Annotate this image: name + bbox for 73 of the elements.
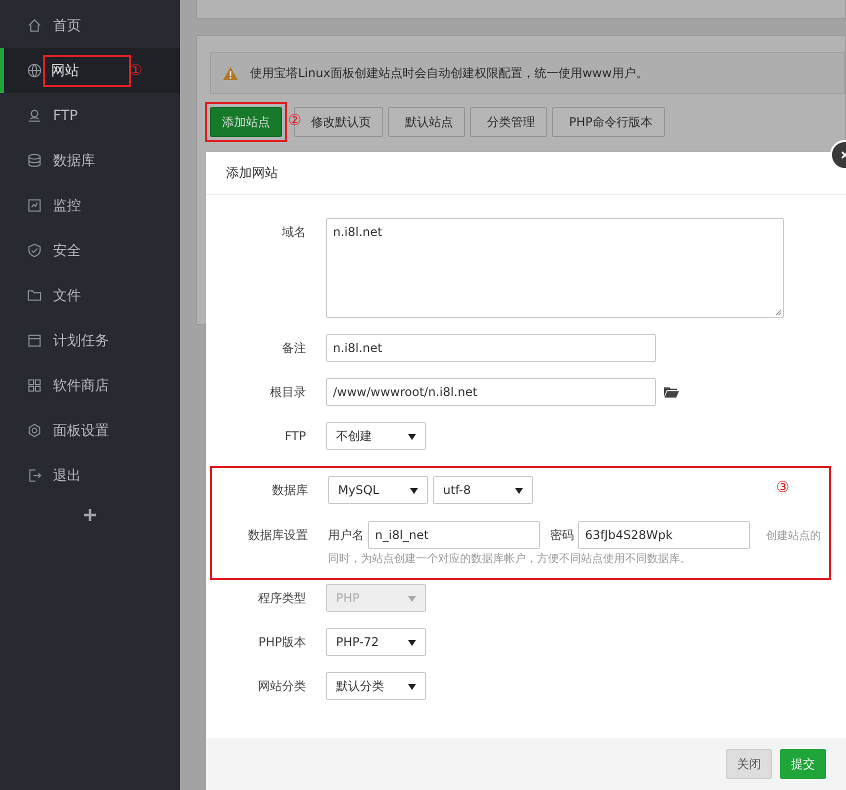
field-label: PHP版本	[258, 634, 307, 651]
calendar-icon	[27, 333, 42, 348]
nav-label: 软件商店	[53, 376, 109, 396]
nav-label: 退出	[53, 466, 81, 486]
nav-label: FTP	[53, 106, 78, 126]
exit-icon	[27, 468, 42, 483]
nav-item[interactable]: 首页	[0, 3, 180, 48]
annotation-number: ③	[776, 478, 790, 496]
help-text: 创建站点的	[766, 528, 821, 542]
field-label: 数据库	[271, 482, 309, 499]
caret-icon	[515, 488, 523, 494]
select-field[interactable]: 不创建	[326, 422, 426, 450]
grid-icon	[27, 378, 42, 393]
toolbar-button[interactable]: 分类管理	[470, 107, 547, 137]
nav-item[interactable]: 安全	[0, 228, 180, 273]
nav-item[interactable]: 退出	[0, 453, 180, 498]
select-field[interactable]: MySQL	[328, 476, 428, 504]
field-label: FTP	[284, 428, 307, 445]
select-field[interactable]: 默认分类	[326, 672, 426, 700]
globe-icon	[27, 63, 42, 78]
dialog-title: 添加网站	[226, 165, 278, 182]
nav-label: 网站	[51, 62, 79, 80]
user-icon	[27, 108, 42, 123]
input-field[interactable]: 63fJb4S28Wpk	[578, 521, 750, 549]
nav-item[interactable]: 计划任务	[0, 318, 180, 363]
domain-textarea[interactable]: n.i8l.net	[326, 218, 784, 318]
nav-label: 文件	[53, 286, 81, 306]
database-icon	[27, 153, 42, 168]
caret-icon	[410, 488, 418, 494]
nav-label: 安全	[53, 242, 81, 260]
field-label: 密码	[550, 526, 574, 544]
folder-icon[interactable]	[664, 386, 679, 398]
nav-item[interactable]: 监控	[0, 183, 180, 228]
nav-label: 监控	[53, 196, 81, 216]
caret-icon	[408, 684, 416, 690]
field-label: 域名	[281, 224, 307, 241]
notice-text: 使用宝塔Linux面板创建站点时会自动创建权限配置，统一使用www用户。	[250, 64, 648, 82]
warning-icon	[223, 66, 238, 80]
nav-label: 首页	[53, 16, 81, 36]
toolbar-button[interactable]: PHP命令行版本	[552, 107, 664, 137]
field-label: 网站分类	[257, 678, 307, 695]
add-icon[interactable]	[83, 508, 97, 522]
caret-icon	[408, 640, 416, 646]
toolbar-button[interactable]: 默认站点	[388, 107, 465, 137]
field-label: 数据库设置	[247, 527, 309, 544]
home-icon	[27, 18, 42, 33]
field-label: 根目录	[269, 384, 307, 401]
monitor-icon	[27, 198, 42, 213]
nav-item[interactable]: 数据库	[0, 138, 180, 183]
nav-item[interactable]: 面板设置	[0, 408, 180, 453]
help-text: 同时，为站点创建一个对应的数据库帐户，方便不同站点使用不同数据库。	[328, 551, 692, 566]
nav-item[interactable]: 文件	[0, 273, 180, 318]
shield-icon	[27, 243, 42, 258]
nav-label: 面板设置	[53, 422, 109, 440]
field-label: 备注	[281, 340, 307, 357]
folder-icon	[27, 288, 42, 303]
input-field[interactable]: n_i8l_net	[368, 521, 540, 549]
caret-icon	[408, 596, 416, 602]
select-field[interactable]: utf-8	[433, 476, 533, 504]
input-field[interactable]: /www/wwwroot/n.i8l.net	[326, 378, 656, 406]
caret-icon	[408, 434, 416, 440]
nav-item[interactable]: FTP	[0, 93, 180, 138]
input-field[interactable]: n.i8l.net	[326, 334, 656, 362]
nav-item[interactable]: 软件商店	[0, 363, 180, 408]
field-label: 用户名	[328, 526, 364, 544]
resize-grip-icon	[775, 309, 782, 316]
dialog-button[interactable]: 关闭	[726, 749, 772, 779]
gear-icon	[27, 423, 42, 438]
select-field[interactable]: PHP-72	[326, 628, 426, 656]
nav-label: 计划任务	[53, 332, 109, 350]
field-label: 程序类型	[257, 590, 307, 607]
toolbar-button[interactable]: 添加站点	[210, 107, 282, 137]
nav-label: 数据库	[53, 152, 95, 170]
